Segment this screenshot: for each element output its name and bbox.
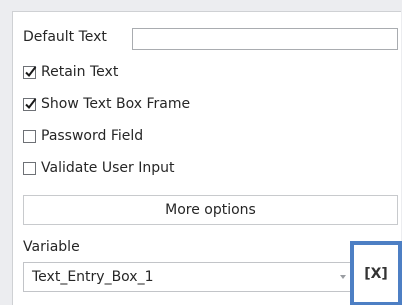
variable-select[interactable]: Text_Entry_Box_1 (23, 262, 355, 292)
chevron-down-icon (340, 275, 346, 279)
default-text-label: Default Text (23, 29, 107, 45)
more-options-label: More options (165, 202, 256, 218)
checkmark-icon (25, 97, 37, 109)
validate-user-input-label: Validate User Input (41, 160, 175, 176)
password-field-checkbox[interactable] (23, 129, 36, 143)
password-field-option[interactable]: Password Field (23, 126, 143, 146)
more-options-button[interactable]: More options (23, 195, 398, 225)
validate-user-input-option[interactable]: Validate User Input (23, 158, 174, 178)
clear-variable-button[interactable]: [X] (364, 266, 388, 282)
password-field-label: Password Field (41, 128, 144, 144)
clear-variable-highlight[interactable]: [X] (350, 241, 402, 305)
default-text-input[interactable] (132, 28, 398, 50)
show-text-box-frame-checkbox[interactable] (23, 97, 37, 111)
checkmark-icon (25, 65, 37, 77)
properties-panel: Default Text Retain Text Show Text Box F… (12, 11, 402, 305)
show-text-box-frame-option[interactable]: Show Text Box Frame (23, 94, 190, 114)
variable-label: Variable (23, 239, 80, 255)
retain-text-checkbox[interactable] (23, 65, 37, 79)
show-text-box-frame-label: Show Text Box Frame (41, 96, 191, 112)
variable-select-value: Text_Entry_Box_1 (32, 269, 154, 285)
validate-user-input-checkbox[interactable] (23, 161, 36, 175)
retain-text-option[interactable]: Retain Text (23, 62, 118, 82)
retain-text-label: Retain Text (41, 64, 119, 80)
